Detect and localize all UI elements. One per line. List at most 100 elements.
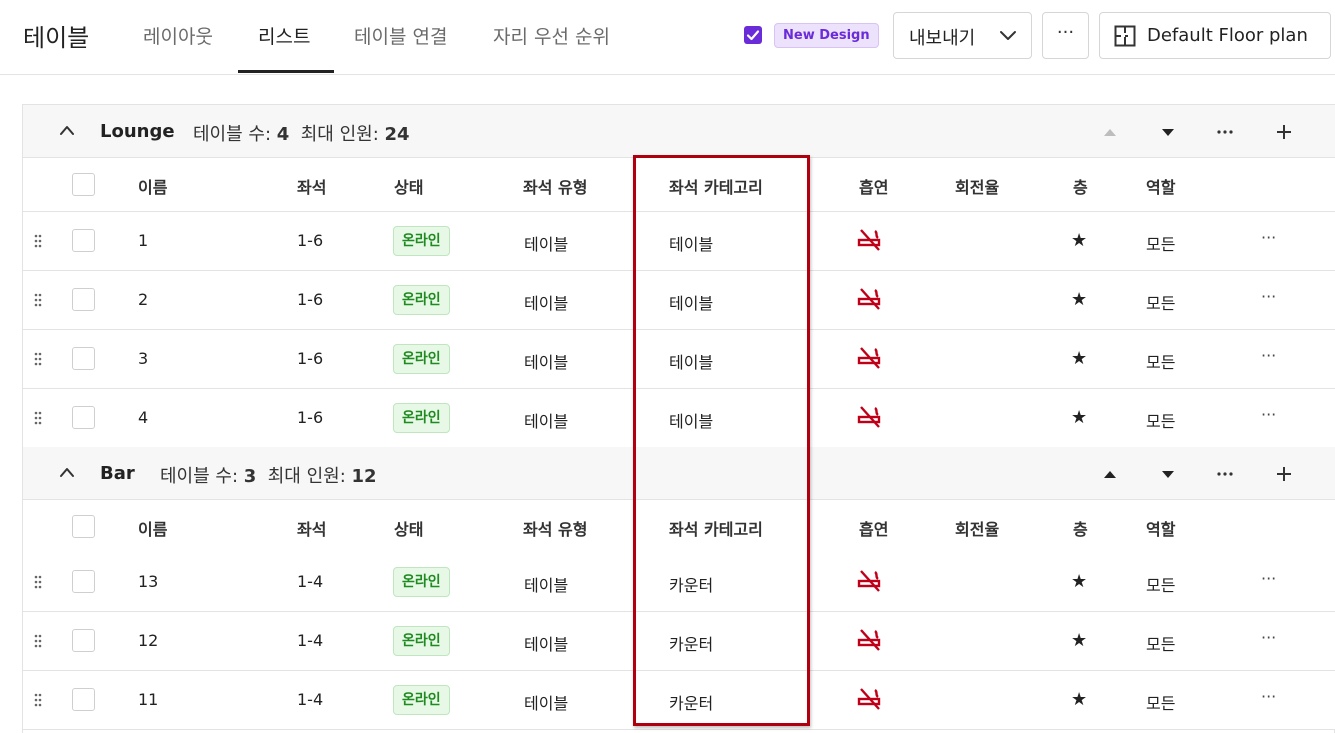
row-seat-type: 테이블	[524, 694, 569, 713]
row-name: 12	[138, 631, 159, 650]
table-count: 3	[243, 466, 257, 487]
table-count-label: 테이블 수:	[160, 466, 239, 487]
row-seat-type: 테이블	[524, 576, 569, 595]
group-header-bar: Bar 테이블 수: 3 최대 인원: 12	[23, 447, 1335, 500]
col-turnover[interactable]: 회전율	[955, 174, 999, 198]
check-icon	[746, 30, 760, 41]
col-seat-type[interactable]: 좌석 유형	[523, 174, 587, 198]
row-seats: 1-6	[297, 231, 324, 250]
row-more-icon[interactable]: ···	[1261, 405, 1276, 424]
row-seat-category: 테이블	[669, 412, 714, 431]
col-status[interactable]: 상태	[394, 174, 423, 198]
row-more-icon[interactable]: ···	[1261, 228, 1276, 247]
row-seat-category: 카운터	[669, 694, 714, 713]
max-guests: 24	[384, 124, 410, 145]
no-smoking-icon	[857, 688, 881, 710]
add-icon[interactable]	[1273, 464, 1295, 484]
table-row[interactable]: 1 1-6 온라인 테이블 테이블 ★ 모든 ···	[23, 212, 1335, 271]
col-seat-category[interactable]: 좌석 카테고리	[669, 516, 763, 540]
floor-plan-button[interactable]: Default Floor plan	[1099, 12, 1331, 59]
table-row[interactable]: 12 1-4 온라인 테이블 카운터 ★ 모든 ···	[23, 612, 1335, 671]
more-icon[interactable]	[1214, 464, 1236, 484]
row-more-icon[interactable]: ···	[1261, 569, 1276, 588]
drag-handle-icon[interactable]	[34, 352, 42, 366]
col-floor[interactable]: 층	[1073, 174, 1088, 198]
tab-seat-priority[interactable]: 자리 우선 순위	[493, 22, 610, 49]
col-smoking[interactable]: 흡연	[859, 174, 888, 198]
row-more-icon[interactable]: ···	[1261, 287, 1276, 306]
max-guests: 12	[351, 466, 377, 487]
drag-handle-icon[interactable]	[34, 634, 42, 648]
row-more-icon[interactable]: ···	[1261, 628, 1276, 647]
new-design-checkbox[interactable]	[744, 26, 762, 44]
move-up-icon[interactable]	[1099, 464, 1121, 484]
col-status[interactable]: 상태	[394, 516, 423, 540]
row-more-icon[interactable]: ···	[1261, 687, 1276, 706]
select-all-checkbox[interactable]	[72, 173, 95, 196]
table-row[interactable]: 2 1-6 온라인 테이블 테이블 ★ 모든 ···	[23, 271, 1335, 330]
tab-layout[interactable]: 레이아웃	[143, 22, 213, 49]
row-name: 11	[138, 690, 159, 709]
drag-handle-icon[interactable]	[34, 693, 42, 707]
status-badge: 온라인	[393, 285, 450, 315]
star-icon: ★	[1071, 289, 1088, 310]
no-smoking-icon	[857, 347, 881, 369]
move-down-icon[interactable]	[1157, 464, 1179, 484]
row-seat-type: 테이블	[524, 235, 569, 254]
row-role: 모든	[1146, 294, 1176, 313]
col-seats[interactable]: 좌석	[297, 516, 326, 540]
status-badge: 온라인	[393, 344, 450, 374]
row-seat-type: 테이블	[524, 412, 569, 431]
more-icon[interactable]	[1214, 122, 1236, 142]
move-down-icon[interactable]	[1157, 122, 1179, 142]
col-name[interactable]: 이름	[138, 174, 167, 198]
drag-handle-icon[interactable]	[34, 411, 42, 425]
status-badge: 온라인	[393, 226, 450, 256]
table-row[interactable]: 4 1-6 온라인 테이블 테이블 ★ 모든 ···	[23, 389, 1335, 448]
col-seat-category[interactable]: 좌석 카테고리	[669, 174, 763, 198]
status-badge: 온라인	[393, 626, 450, 656]
row-seats: 1-4	[297, 572, 324, 591]
col-role[interactable]: 역할	[1146, 174, 1175, 198]
drag-handle-icon[interactable]	[34, 293, 42, 307]
table-row[interactable]: 3 1-6 온라인 테이블 테이블 ★ 모든 ···	[23, 330, 1335, 389]
row-checkbox[interactable]	[72, 406, 95, 429]
table-row[interactable]: 11 1-4 온라인 테이블 카운터 ★ 모든 ···	[23, 671, 1335, 730]
row-checkbox[interactable]	[72, 688, 95, 711]
col-turnover[interactable]: 회전율	[955, 516, 999, 540]
floor-plan-icon	[1114, 25, 1136, 47]
row-checkbox[interactable]	[72, 570, 95, 593]
add-icon[interactable]	[1273, 122, 1295, 142]
drag-handle-icon[interactable]	[34, 575, 42, 589]
chevron-up-icon[interactable]	[59, 124, 75, 136]
row-role: 모든	[1146, 576, 1176, 595]
row-checkbox[interactable]	[72, 229, 95, 252]
row-role: 모든	[1146, 353, 1176, 372]
row-checkbox[interactable]	[72, 629, 95, 652]
row-checkbox[interactable]	[72, 288, 95, 311]
col-role[interactable]: 역할	[1146, 516, 1175, 540]
col-name[interactable]: 이름	[138, 516, 167, 540]
table-row[interactable]: 13 1-4 온라인 테이블 카운터 ★ 모든 ···	[23, 553, 1335, 612]
row-more-icon[interactable]: ···	[1261, 346, 1276, 365]
col-floor[interactable]: 층	[1073, 516, 1088, 540]
row-role: 모든	[1146, 412, 1176, 431]
row-seat-category: 테이블	[669, 353, 714, 372]
tab-table-connect[interactable]: 테이블 연결	[354, 22, 447, 49]
drag-handle-icon[interactable]	[34, 234, 42, 248]
col-seat-type[interactable]: 좌석 유형	[523, 516, 587, 540]
star-icon: ★	[1071, 689, 1088, 710]
row-seat-type: 테이블	[524, 635, 569, 654]
row-seats: 1-6	[297, 349, 324, 368]
row-checkbox[interactable]	[72, 347, 95, 370]
col-smoking[interactable]: 흡연	[859, 516, 888, 540]
chevron-up-icon[interactable]	[59, 466, 75, 478]
col-seats[interactable]: 좌석	[297, 174, 326, 198]
group-header-lounge: Lounge 테이블 수: 4 최대 인원: 24	[23, 105, 1335, 158]
more-options-button[interactable]: ···	[1042, 12, 1089, 59]
move-up-icon[interactable]	[1099, 122, 1121, 142]
select-all-checkbox[interactable]	[72, 515, 95, 538]
export-button[interactable]: 내보내기	[893, 12, 1032, 59]
tab-list[interactable]: 리스트	[258, 22, 310, 49]
row-seat-category: 테이블	[669, 294, 714, 313]
